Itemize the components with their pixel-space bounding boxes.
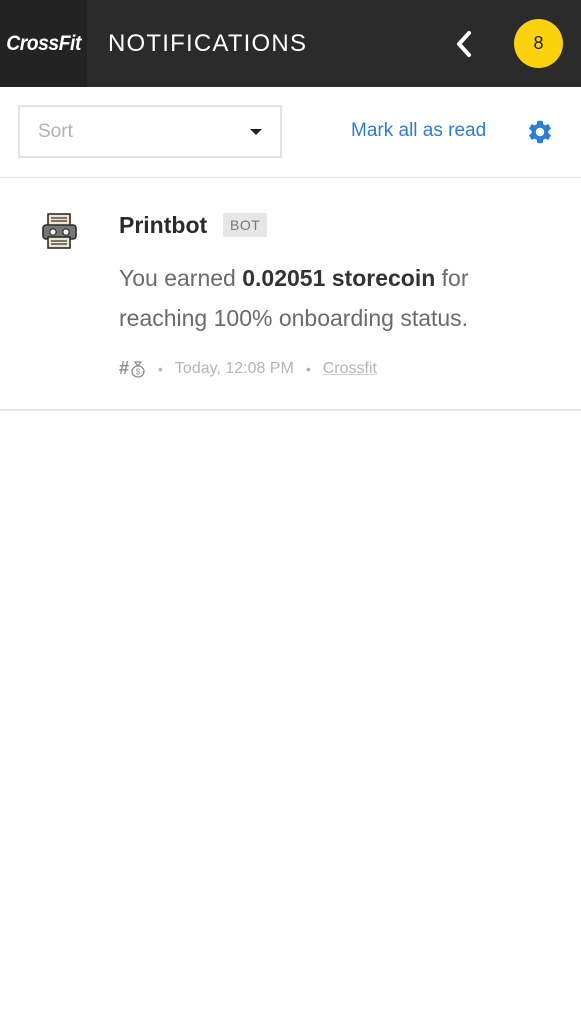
- timestamp: Today, 12:08 PM: [174, 359, 294, 377]
- message-prefix: You earned: [119, 265, 243, 291]
- sort-dropdown[interactable]: Sort: [18, 105, 282, 158]
- svg-text:$: $: [136, 367, 141, 376]
- money-bag-icon: $: [131, 360, 145, 378]
- notification-item[interactable]: Printbot BOT You earned 0.02051 storecoi…: [0, 178, 581, 411]
- chevron-left-icon: [457, 31, 471, 57]
- channel-link[interactable]: Crossfit: [323, 360, 377, 378]
- notification-message: You earned 0.02051 storecoin for reachin…: [119, 258, 549, 338]
- bot-tag-badge: BOT: [223, 213, 268, 237]
- hash-icon: #: [119, 358, 130, 378]
- separator-dot: •: [305, 360, 311, 377]
- page-title: NOTIFICATIONS: [108, 30, 308, 57]
- notification-meta: # $ • Today, 12:08 PM • Crossfit: [119, 358, 377, 379]
- logo-container[interactable]: CrossFit: [0, 0, 87, 87]
- caret-down-icon: [250, 128, 262, 135]
- crossfit-logo: CrossFit: [6, 31, 81, 55]
- printbot-avatar-icon: [42, 213, 77, 249]
- gear-icon[interactable]: [526, 118, 554, 146]
- sort-placeholder: Sort: [38, 120, 73, 142]
- notification-count-badge[interactable]: 8: [514, 19, 563, 68]
- back-button[interactable]: [448, 26, 480, 62]
- sender-name[interactable]: Printbot: [119, 212, 207, 239]
- notifications-toolbar: Sort Mark all as read: [0, 87, 581, 178]
- app-header: CrossFit NOTIFICATIONS 8: [0, 0, 581, 87]
- separator-dot: •: [158, 360, 163, 377]
- mark-all-read-link[interactable]: Mark all as read: [351, 120, 486, 142]
- message-amount: 0.02051 storecoin: [242, 265, 436, 291]
